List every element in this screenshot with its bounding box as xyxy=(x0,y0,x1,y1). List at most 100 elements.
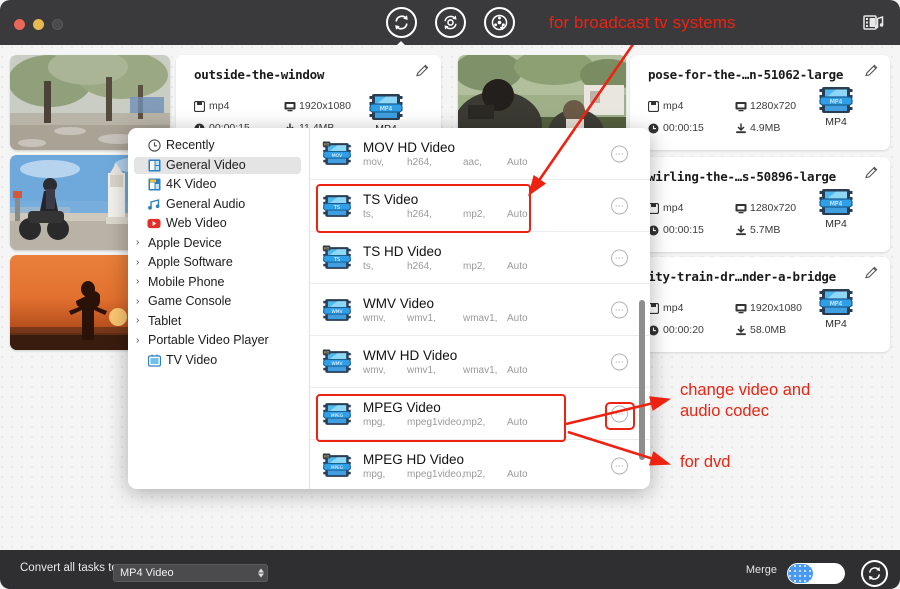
format-codecs: wmv, wmv1, wmav1, Auto xyxy=(363,313,650,324)
category-label: Mobile Phone xyxy=(148,274,225,289)
format-options-button[interactable]: ⋯ xyxy=(611,197,628,214)
format-name: MPEG HD Video xyxy=(363,452,465,467)
format-options-button[interactable]: ⋯ xyxy=(611,249,628,266)
format-options-button[interactable]: ⋯ xyxy=(611,457,628,474)
format-row-ts-hd[interactable]: HD TS TS HD Video ts, h264, mp2, Auto ⋯ xyxy=(310,232,650,284)
format-row-mpeg[interactable]: MPEG MPEG Video mpg, mpeg1video, mp2, Au… xyxy=(310,388,650,440)
category-apple-software[interactable]: › Apple Software xyxy=(134,254,301,271)
chevron-right-icon: › xyxy=(136,315,140,326)
file-container: mp4 xyxy=(647,202,683,214)
category-apple-device[interactable]: › Apple Device xyxy=(134,235,301,252)
format-options-button[interactable]: ⋯ xyxy=(611,405,628,422)
chevron-right-icon: › xyxy=(136,276,140,287)
format-quality: Auto xyxy=(507,365,528,376)
chevron-right-icon: › xyxy=(136,295,140,307)
toolbox-tab[interactable] xyxy=(434,7,466,38)
format-row-ts[interactable]: TS TS Video ts, h264, mp2, Auto ⋯ xyxy=(310,180,650,232)
category-general-audio[interactable]: General Audio xyxy=(134,196,301,213)
toolbox-icon xyxy=(443,15,457,30)
chevron-right-icon: › xyxy=(136,256,140,268)
svg-text:WMV: WMV xyxy=(332,309,343,315)
file-size: 5.7MB xyxy=(735,224,780,236)
format-vcodec: h264, xyxy=(407,209,433,220)
file-card[interactable]: wirling-the-…s-50896-large mp4 1280x720 … xyxy=(630,157,890,252)
category-tablet[interactable]: › Tablet xyxy=(134,313,301,330)
format-options-button[interactable]: ⋯ xyxy=(611,353,628,370)
format-row-wmv-hd[interactable]: HD WMV WMV HD Video wmv, wmv1, wmav1, Au… xyxy=(310,336,650,388)
format-ext: mov, xyxy=(363,157,384,168)
file-container: mp4 xyxy=(193,100,229,112)
minimize-button[interactable] xyxy=(33,19,44,30)
target-format-badge[interactable]: MP4 MP4 xyxy=(818,187,854,230)
svg-text:HD: HD xyxy=(324,141,330,146)
stepper-icon[interactable] xyxy=(258,568,264,578)
format-options-button[interactable]: ⋯ xyxy=(611,301,628,318)
format-codecs: ts, h264, mp2, Auto xyxy=(363,261,650,272)
target-format-badge[interactable]: MP4 MP4 xyxy=(818,85,854,128)
svg-text:MP4: MP4 xyxy=(830,99,843,106)
category-label: Web Video xyxy=(166,216,227,231)
format-row-mpeg-hd[interactable]: HD MPEG MPEG HD Video mpg, mpeg1video, m… xyxy=(310,440,650,489)
edit-icon[interactable] xyxy=(864,165,879,180)
edit-icon[interactable] xyxy=(864,63,879,78)
file-resolution: 1280x720 xyxy=(735,100,796,112)
film-icon: MP4 xyxy=(369,94,403,120)
format-codecs: mov, h264, aac, Auto xyxy=(363,157,650,168)
media-library-icon[interactable] xyxy=(862,12,884,34)
file-card[interactable]: pose-for-the-…n-51062-large mp4 1280x720… xyxy=(630,55,890,150)
file-duration: 00:00:15 xyxy=(648,122,704,134)
format-ext: ts, xyxy=(363,261,374,272)
file-resolution: 1920x1080 xyxy=(735,302,802,314)
category-tv-video[interactable]: TV Video xyxy=(134,352,301,369)
svg-text:WMV: WMV xyxy=(332,361,343,367)
format-ext: wmv, xyxy=(363,365,386,376)
convert-button[interactable] xyxy=(861,560,888,587)
close-button[interactable] xyxy=(14,19,25,30)
downloader-tab[interactable] xyxy=(483,7,515,38)
format-row-mov-hd[interactable]: HD MOV MOV HD Video mov, h264, aac, Auto… xyxy=(310,128,650,180)
format-row-wmv[interactable]: WMV WMV Video wmv, wmv1, wmav1, Auto ⋯ xyxy=(310,284,650,336)
format-acodec: mp2, xyxy=(463,417,486,428)
merge-toggle[interactable] xyxy=(787,563,845,584)
zoom-button[interactable] xyxy=(52,19,63,30)
format-name: TS Video xyxy=(363,192,419,207)
video-4k-icon xyxy=(147,178,161,192)
category-label: Game Console xyxy=(148,294,232,309)
format-info: TS Video ts, h264, mp2, Auto xyxy=(363,191,650,220)
format-ext: ts, xyxy=(363,209,374,220)
category-game-console[interactable]: › Game Console xyxy=(134,293,301,310)
format-list-scrollbar[interactable] xyxy=(639,300,645,460)
edit-icon[interactable] xyxy=(864,265,879,280)
category-web-video[interactable]: Web Video xyxy=(134,215,301,232)
category-label: Tablet xyxy=(148,313,182,328)
format-name: WMV HD Video xyxy=(363,348,458,363)
format-options-button[interactable]: ⋯ xyxy=(611,145,628,162)
format-info: WMV HD Video wmv, wmv1, wmav1, Auto xyxy=(363,347,650,376)
edit-icon[interactable] xyxy=(415,63,430,78)
format-quality: Auto xyxy=(507,209,528,220)
category-4k-video[interactable]: 4K Video xyxy=(134,176,301,193)
target-format-label: MP4 xyxy=(825,116,847,128)
file-container: mp4 xyxy=(647,100,683,112)
svg-text:HD: HD xyxy=(324,453,330,458)
format-acodec: mp2, xyxy=(463,469,486,480)
format-list[interactable]: HD MOV MOV HD Video mov, h264, aac, Auto… xyxy=(310,128,650,489)
format-codecs: mpg, mpeg1video, mp2, Auto xyxy=(363,417,650,428)
file-card[interactable]: ity-train-dr…nder-a-bridge mp4 1920x1080… xyxy=(630,257,890,352)
target-format-badge[interactable]: MP4 MP4 xyxy=(818,287,854,330)
svg-text:HD: HD xyxy=(324,349,330,354)
film-icon: MP4 xyxy=(819,87,853,113)
film-icon: MPEG xyxy=(322,399,352,429)
category-general-video[interactable]: General Video xyxy=(134,156,301,174)
annotation-for-dvd: for dvd xyxy=(680,453,731,471)
film-icon: MP4 xyxy=(819,189,853,215)
annotation-change-codec-line2: audio codec xyxy=(680,402,769,420)
format-acodec: wmav1, xyxy=(463,365,498,376)
convert-tab[interactable] xyxy=(385,7,417,38)
format-quality: Auto xyxy=(507,417,528,428)
category-portable-video-player[interactable]: › Portable Video Player xyxy=(134,332,301,349)
format-ext: mpg, xyxy=(363,417,386,428)
category-recently[interactable]: Recently xyxy=(134,137,301,154)
category-mobile-phone[interactable]: › Mobile Phone xyxy=(134,274,301,291)
convert-all-format-select[interactable]: MP4 Video xyxy=(113,564,268,582)
